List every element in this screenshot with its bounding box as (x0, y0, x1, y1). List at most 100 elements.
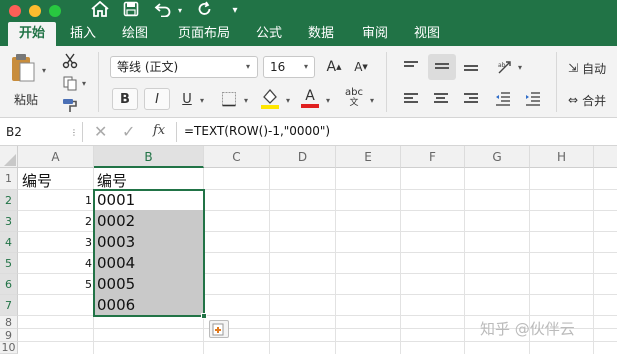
decrease-indent-icon[interactable] (490, 88, 516, 110)
cell-a6[interactable]: 5 (72, 278, 92, 291)
row-header-6[interactable]: 6 (0, 274, 18, 295)
row-header-10[interactable]: 10 (0, 342, 18, 354)
borders-dropdown-icon[interactable]: ▾ (244, 96, 248, 105)
align-bottom-icon[interactable] (458, 56, 484, 78)
home-icon[interactable] (90, 0, 110, 21)
cell-a1[interactable]: 编号 (22, 170, 52, 191)
select-all-corner[interactable] (0, 146, 18, 168)
tab-home[interactable]: 开始 (8, 22, 56, 46)
phonetic-button[interactable]: abc 文 (340, 86, 368, 110)
align-middle-glyph (435, 63, 449, 75)
paste-options-icon[interactable] (209, 320, 229, 338)
copy-dropdown-icon[interactable]: ▾ (82, 79, 86, 88)
align-left-icon[interactable] (398, 88, 424, 110)
italic-button[interactable]: I (144, 88, 170, 110)
copy-icon[interactable] (60, 74, 80, 92)
column-header-g[interactable]: G (465, 146, 530, 168)
fill-color-dropdown-icon[interactable]: ▾ (286, 96, 290, 105)
font-color-button[interactable]: A (298, 86, 322, 110)
row-header-7[interactable]: 7 (0, 295, 18, 316)
confirm-icon[interactable]: ✓ (122, 122, 135, 141)
orientation-icon[interactable]: ab (492, 56, 518, 78)
close-window-button[interactable] (9, 5, 21, 17)
column-header-a[interactable]: A (18, 146, 94, 168)
cut-icon[interactable] (60, 52, 80, 70)
column-header-h[interactable]: H (530, 146, 594, 168)
undo-dropdown-icon[interactable]: ▾ (174, 1, 186, 21)
cancel-icon[interactable]: ✕ (94, 122, 107, 141)
zoom-window-button[interactable] (49, 5, 61, 17)
tab-formulas[interactable]: 公式 (250, 22, 288, 46)
name-box-dropdown-icon[interactable]: ⋮ (70, 128, 78, 137)
fill-color-icon[interactable] (258, 86, 282, 110)
row-header-3[interactable]: 3 (0, 211, 18, 232)
column-header-b[interactable]: B (94, 146, 204, 168)
undo-icon[interactable] (152, 1, 174, 21)
column-header-e[interactable]: E (336, 146, 401, 168)
shrink-font-button[interactable]: A ▼ (350, 56, 372, 78)
merge-label: 合并 (582, 93, 607, 108)
underline-dropdown-icon[interactable]: ▾ (200, 96, 204, 105)
cell-a2[interactable]: 1 (72, 194, 92, 207)
paste-dropdown-icon[interactable]: ▾ (42, 66, 46, 75)
paste-icon[interactable] (8, 52, 38, 86)
formula-input[interactable]: =TEXT(ROW()-1,"0000") (184, 124, 330, 138)
insert-function-button[interactable]: fx (153, 123, 165, 138)
save-icon[interactable] (121, 1, 141, 21)
font-color-dropdown-icon[interactable]: ▾ (326, 96, 330, 105)
font-name-select[interactable]: 等线 (正文) (110, 56, 258, 78)
phonetic-dropdown-icon[interactable]: ▾ (370, 96, 374, 105)
paste-button-label[interactable]: 粘贴 (8, 90, 44, 108)
wrap-text-button[interactable]: ⇲ 自动 (568, 58, 617, 78)
grow-font-label: A (326, 59, 337, 75)
svg-text:ab: ab (498, 62, 506, 69)
align-top-glyph (404, 61, 418, 73)
tab-insert[interactable]: 插入 (64, 22, 102, 46)
worksheet-grid[interactable]: A B C D E F G H 1 2 3 4 5 6 7 8 9 10 编号 … (0, 146, 617, 354)
column-header-f[interactable]: F (401, 146, 465, 168)
gridline (400, 168, 401, 354)
column-header-next[interactable] (594, 146, 617, 168)
increase-indent-icon[interactable] (520, 88, 546, 110)
tab-review[interactable]: 审阅 (356, 22, 394, 46)
fill-handle[interactable] (201, 313, 207, 319)
cell-a4[interactable]: 3 (72, 236, 92, 249)
orientation-dropdown-icon[interactable]: ▾ (518, 63, 522, 72)
phonetic-label: abc (345, 87, 363, 98)
align-top-icon[interactable] (398, 56, 424, 78)
borders-icon[interactable] (216, 88, 242, 110)
tab-page-layout[interactable]: 页面布局 (172, 22, 236, 46)
underline-button[interactable]: U (176, 88, 198, 110)
align-center-icon[interactable] (428, 88, 454, 110)
caret-up-icon: ▲ (336, 63, 342, 71)
name-box[interactable]: B2 (0, 118, 80, 146)
grow-font-button[interactable]: A ▲ (323, 56, 345, 78)
align-middle-icon[interactable] (428, 54, 456, 80)
caret-down-icon: ▼ (362, 63, 368, 71)
redo-icon[interactable] (194, 1, 216, 21)
wrap-text-label: 自动 (582, 61, 607, 76)
merge-center-button[interactable]: ⇔ 合并 (568, 90, 617, 110)
cell-b1[interactable]: 编号 (97, 170, 127, 191)
chevron-down-icon[interactable]: ▾ (304, 62, 308, 71)
tab-draw[interactable]: 绘图 (116, 22, 154, 46)
row-header-1[interactable]: 1 (0, 168, 18, 190)
row-header-8[interactable]: 8 (0, 316, 18, 329)
format-painter-icon[interactable] (60, 96, 80, 114)
chevron-down-icon[interactable]: ▾ (246, 62, 250, 71)
row-header-5[interactable]: 5 (0, 253, 18, 274)
column-header-d[interactable]: D (270, 146, 336, 168)
cell-a5[interactable]: 4 (72, 257, 92, 270)
ribbon-separator (386, 52, 387, 112)
row-header-4[interactable]: 4 (0, 232, 18, 253)
tab-data[interactable]: 数据 (302, 22, 340, 46)
customize-toolbar-icon[interactable]: ▾ (228, 1, 242, 21)
cell-a3[interactable]: 2 (72, 215, 92, 228)
minimize-window-button[interactable] (29, 5, 41, 17)
align-right-icon[interactable] (458, 88, 484, 110)
column-header-c[interactable]: C (204, 146, 270, 168)
row-header-2[interactable]: 2 (0, 190, 18, 211)
tab-view[interactable]: 视图 (408, 22, 446, 46)
bold-button[interactable]: B (112, 88, 138, 110)
font-color-swatch (301, 103, 319, 108)
